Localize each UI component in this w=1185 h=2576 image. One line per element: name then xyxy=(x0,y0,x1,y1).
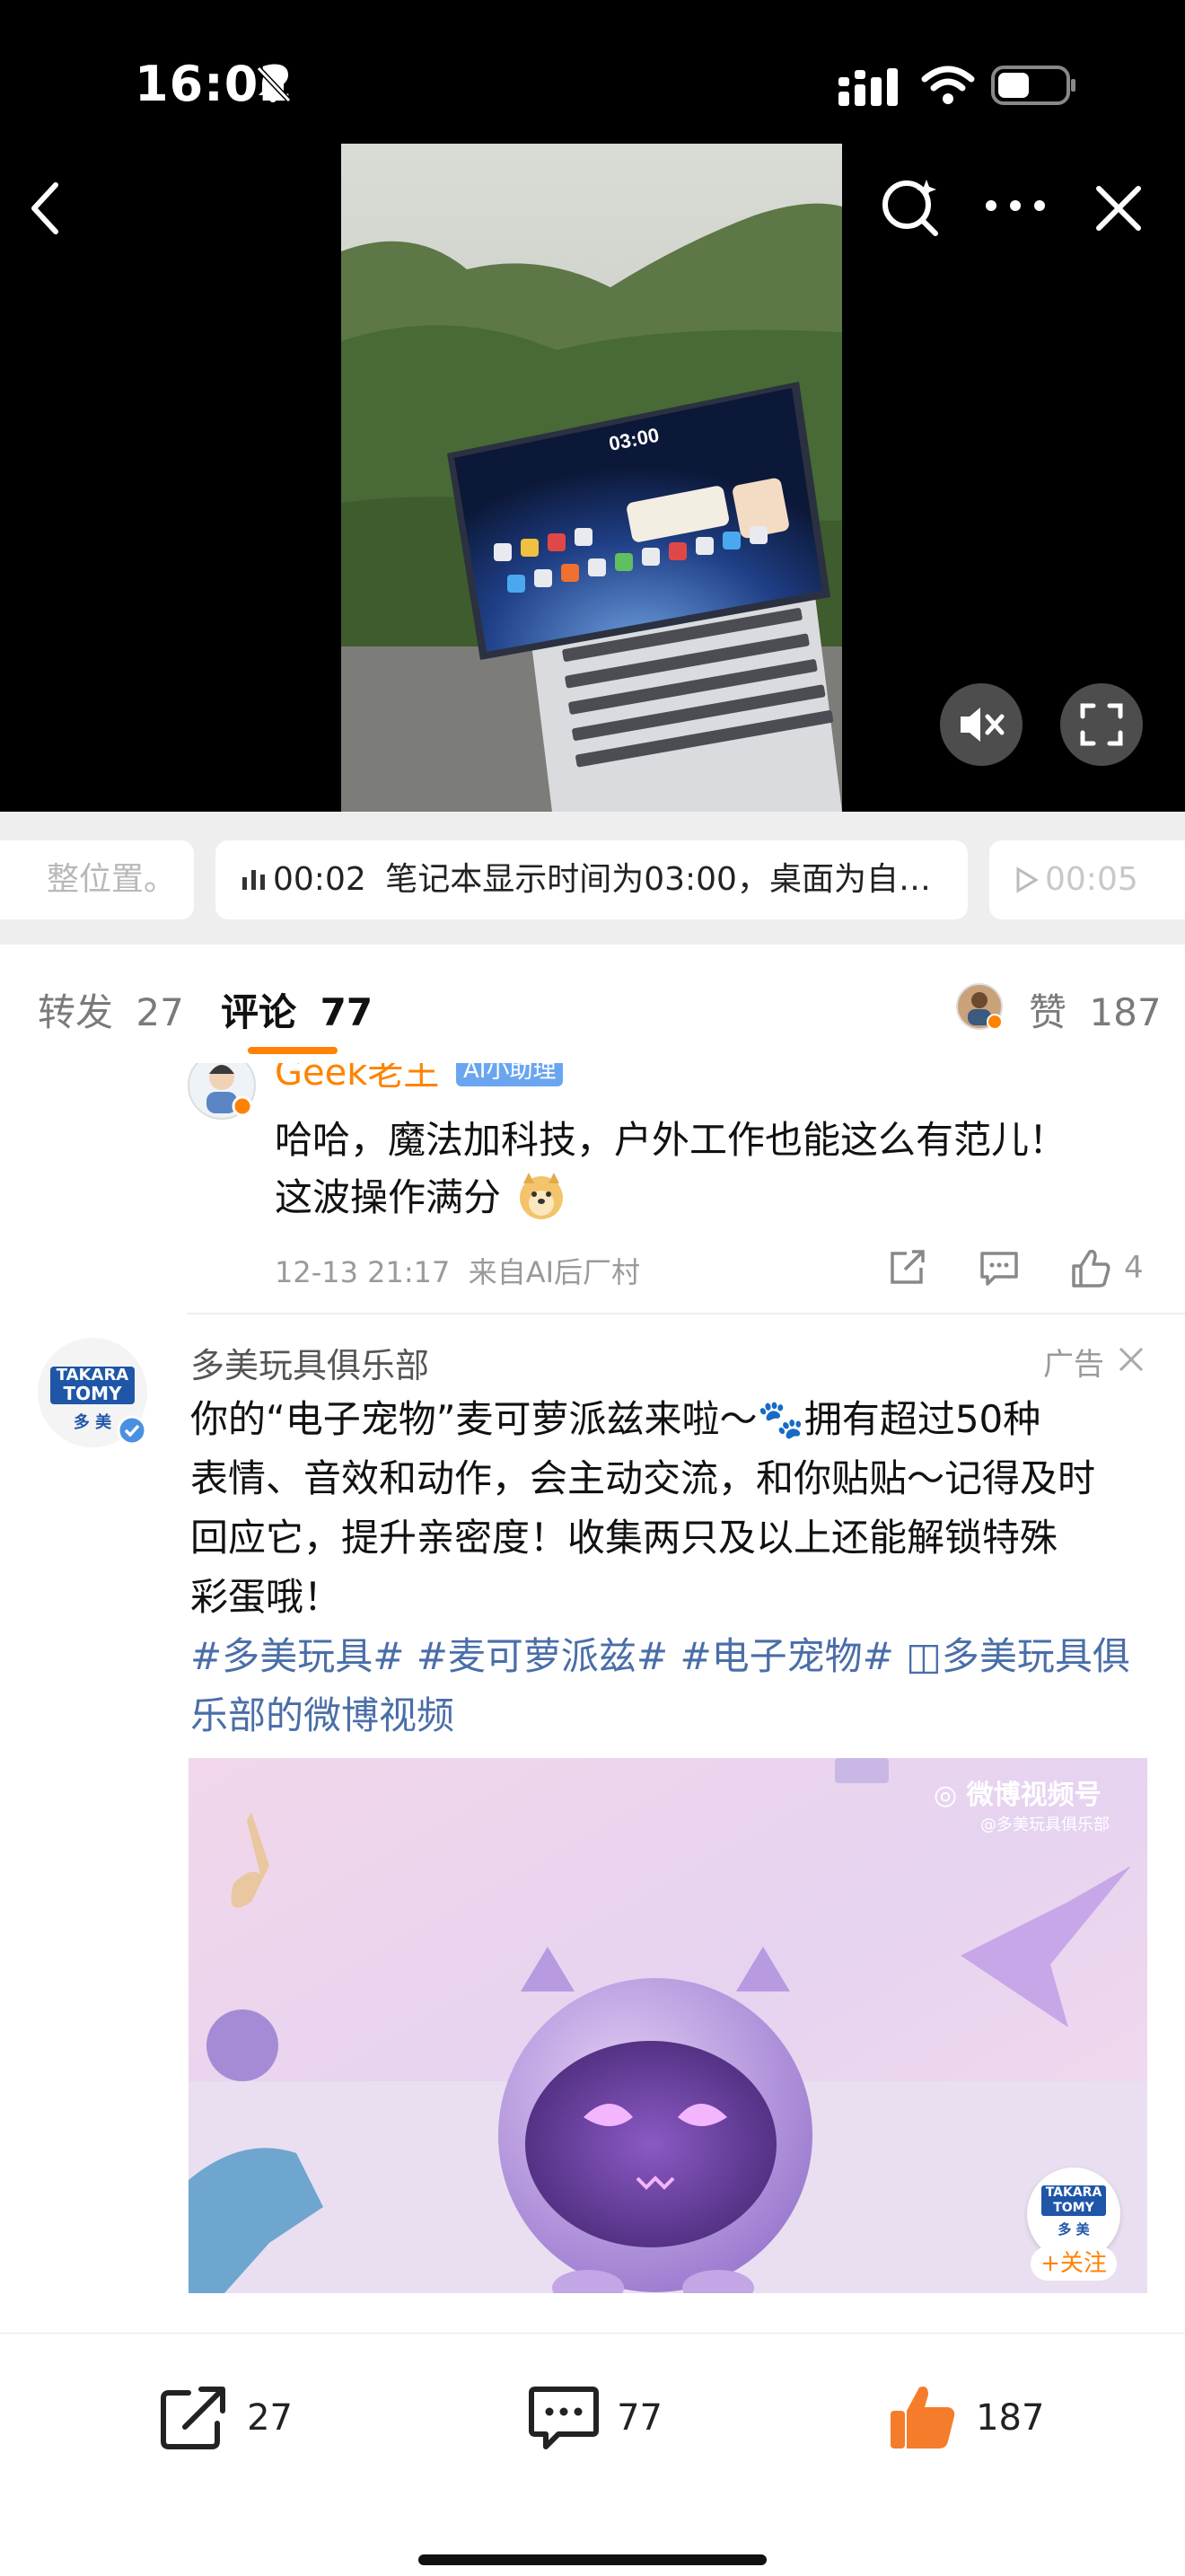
video-watermark-sub: @多美玩具俱乐部 xyxy=(980,1816,1110,1834)
search-sparkle-icon[interactable] xyxy=(880,176,943,239)
subtitle-time: 00:02 xyxy=(273,861,366,898)
battery-icon xyxy=(991,66,1075,105)
ad-post: TAKARA TOMY 多 美 多美玩具俱乐部 广告 你的“电子宠物”麦可萝派兹… xyxy=(0,1314,1185,2333)
ai-badge: AI小助理 xyxy=(456,1063,564,1086)
tab-repost[interactable]: 转发 27 xyxy=(38,982,184,1037)
takara-tomy-logo: TAKARA TOMY xyxy=(50,1367,135,1404)
tab-repost-label: 转发 xyxy=(38,990,114,1034)
ad-body-line4: 彩蛋哦！ xyxy=(190,1575,342,1619)
tab-bar: 转发 27 评论 77 赞 187 xyxy=(0,945,1185,1063)
ad-body-line1: 你的“电子宠物”麦可萝派兹来啦～🐾拥有超过50种 xyxy=(190,1397,1041,1441)
liker-avatar[interactable] xyxy=(955,982,1004,1031)
ad-body-line2: 表情、音效和动作，会主动交流，和你贴贴～记得及时 xyxy=(190,1456,1096,1500)
subtitle-text: 整位置。 xyxy=(47,861,177,898)
subtitle-time: 00:05 xyxy=(1045,861,1138,898)
subtitle-strip[interactable]: 整位置。 00:02 笔记本显示时间为03:00，桌面为自… 00:05 xyxy=(0,812,1185,945)
reply-icon[interactable] xyxy=(979,1248,1020,1288)
tab-like-count: 187 xyxy=(1089,990,1162,1034)
mute-icon[interactable] xyxy=(939,682,1023,767)
verified-icon xyxy=(117,1415,147,1446)
ad-body-line3: 回应它，提升亲密度！收集两只及以上还能解锁特殊 xyxy=(190,1516,1058,1560)
comment-item: Geek老王 AI小助理 哈哈，魔法加科技，户外工作也能这么有范儿！ 这波操作满… xyxy=(0,1063,1185,1309)
signal-icon xyxy=(838,68,898,106)
liked-thumb-icon xyxy=(891,2387,955,2449)
dismiss-ad-icon[interactable] xyxy=(1117,1345,1146,1374)
ad-label: 广告 xyxy=(1043,1347,1104,1383)
tab-repost-count: 27 xyxy=(136,990,184,1034)
subtitle-chip-prev[interactable]: 整位置。 xyxy=(0,840,194,919)
wifi-icon xyxy=(921,66,975,104)
commenter-avatar[interactable] xyxy=(187,1063,257,1121)
comment-icon xyxy=(529,2387,599,2449)
bottom-repost-button[interactable]: 27 xyxy=(158,2382,293,2454)
ad-tags-line2[interactable]: 乐部的微博视频 xyxy=(190,1686,1130,1745)
comment-text-line2-text: 这波操作满分 xyxy=(275,1175,502,1219)
home-indicator xyxy=(418,2554,767,2565)
bottom-action-bar: 27 77 187 xyxy=(0,2333,1185,2576)
tab-like[interactable]: 赞 187 xyxy=(1029,982,1162,1037)
badge-logo-line3: 多 美 xyxy=(1058,2221,1090,2238)
commenter-name[interactable]: Geek老王 xyxy=(275,1063,439,1095)
bottom-like-count: 187 xyxy=(976,2397,1045,2439)
bottom-repost-count: 27 xyxy=(247,2397,293,2439)
comment-like-count: 4 xyxy=(1124,1250,1144,1286)
bell-muted-icon xyxy=(256,66,292,103)
repost-icon xyxy=(161,2387,225,2449)
video-frame[interactable]: 03:00 xyxy=(341,144,842,812)
close-icon[interactable] xyxy=(1093,183,1144,233)
subtitle-chip-current[interactable]: 00:02 笔记本显示时间为03:00，桌面为自… xyxy=(215,840,968,919)
follow-button[interactable]: +关注 xyxy=(1031,2246,1117,2281)
video-watermark-text: 微博视频号 xyxy=(966,1780,1102,1811)
logo-line1: TAKARA xyxy=(56,1366,129,1385)
weibo-icon: ◎ xyxy=(934,1780,958,1811)
waveform-icon xyxy=(242,870,265,890)
play-icon xyxy=(1016,866,1039,893)
fullscreen-icon[interactable] xyxy=(1059,682,1144,767)
badge-logo-line2: TOMY xyxy=(1053,2201,1094,2215)
tab-comment[interactable]: 评论 77 xyxy=(221,982,373,1037)
subtitle-text: 笔记本显示时间为03:00，桌面为自… xyxy=(385,861,931,898)
subtitle-chip-next[interactable]: 00:05 xyxy=(989,840,1185,919)
tab-active-indicator xyxy=(248,1047,338,1054)
logo-line2: TOMY xyxy=(63,1383,122,1404)
back-icon[interactable] xyxy=(27,180,63,237)
ad-tags-line1[interactable]: #多美玩具# #麦可萝派兹# #电子宠物# ◫多美玩具俱 xyxy=(190,1627,1130,1686)
advertiser-name[interactable]: 多美玩具俱乐部 xyxy=(190,1338,429,1387)
like-icon[interactable] xyxy=(1068,1246,1111,1289)
status-bar: 16:02 xyxy=(0,0,1185,144)
bottom-comment-count: 77 xyxy=(617,2397,663,2439)
tab-comment-count: 77 xyxy=(320,990,373,1034)
badge-logo: TAKARA TOMY xyxy=(1041,2185,1106,2216)
tab-like-label: 赞 xyxy=(1029,990,1067,1034)
advertiser-avatar[interactable]: TAKARA TOMY 多 美 xyxy=(38,1338,147,1447)
tab-comment-label: 评论 xyxy=(221,990,297,1034)
more-icon[interactable] xyxy=(984,196,1047,215)
bottom-like-button[interactable]: 187 xyxy=(887,2382,1044,2454)
ad-video-thumbnail xyxy=(189,1758,1147,2293)
badge-logo-line1: TAKARA xyxy=(1045,2185,1102,2200)
bottom-comment-button[interactable]: 77 xyxy=(528,2382,663,2454)
comment-text-line2: 这波操作满分 xyxy=(275,1167,566,1222)
ad-video[interactable]: ◎ 微博视频号 @多美玩具俱乐部 TAKARA TOMY 多 美 +关注 xyxy=(189,1758,1147,2293)
comment-text-line1: 哈哈，魔法加科技，户外工作也能这么有范儿！ xyxy=(275,1118,1067,1162)
video-thumbnail: 03:00 xyxy=(341,144,842,812)
share-icon[interactable] xyxy=(887,1248,926,1288)
doge-emoji-icon xyxy=(520,1173,564,1219)
video-watermark: ◎ 微博视频号 @多美玩具俱乐部 xyxy=(934,1772,1110,1835)
comment-meta: 12-13 21:17 来自AI后厂村 xyxy=(275,1255,641,1289)
ad-body: 你的“电子宠物”麦可萝派兹来啦～🐾拥有超过50种 表情、音效和动作，会主动交流，… xyxy=(190,1390,1130,1745)
